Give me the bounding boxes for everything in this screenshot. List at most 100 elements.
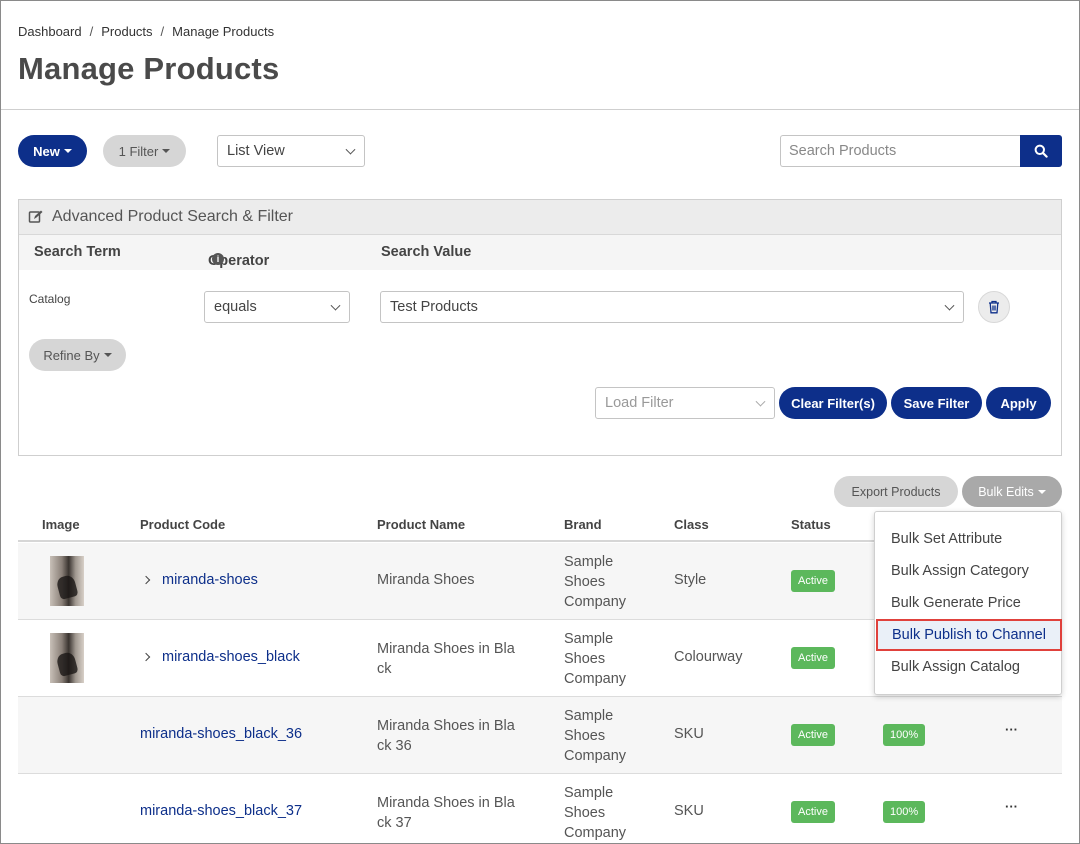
- filter-button-label: 1 Filter: [118, 143, 159, 159]
- clear-filters-button[interactable]: Clear Filter(s): [779, 387, 887, 419]
- breadcrumb-products[interactable]: Products: [101, 24, 152, 39]
- table-row[interactable]: miranda-shoes_black_37 Miranda Shoes in …: [18, 774, 1062, 843]
- name-line: Miranda Shoes in Bla: [377, 718, 515, 734]
- bulk-edits-button[interactable]: Bulk Edits: [962, 476, 1062, 507]
- operator-value: equals: [214, 299, 257, 315]
- menu-bulk-set-attribute[interactable]: Bulk Set Attribute: [875, 523, 1061, 555]
- menu-bulk-publish-to-channel[interactable]: Bulk Publish to Channel: [876, 619, 1062, 651]
- search-placeholder: Search Products: [789, 143, 897, 159]
- chevron-right-icon[interactable]: [141, 652, 151, 662]
- product-thumbnail[interactable]: [50, 633, 84, 683]
- apply-button[interactable]: Apply: [986, 387, 1051, 419]
- completeness-badge: 100%: [883, 801, 926, 823]
- menu-bulk-assign-catalog[interactable]: Bulk Assign Catalog: [875, 651, 1061, 683]
- table-row[interactable]: miranda-shoes_black_36 Miranda Shoes in …: [18, 697, 1062, 774]
- search-input[interactable]: Search Products: [780, 135, 1021, 167]
- more-actions-icon[interactable]: ···: [1005, 722, 1018, 737]
- chevron-down-icon: [345, 144, 356, 155]
- brand-line: Shoes: [564, 574, 606, 590]
- product-code-link[interactable]: miranda-shoes: [162, 572, 258, 588]
- search-button[interactable]: [1020, 135, 1062, 167]
- product-class: SKU: [674, 803, 704, 819]
- filter-button[interactable]: 1 Filter: [103, 135, 186, 167]
- menu-bulk-generate-price[interactable]: Bulk Generate Price: [875, 587, 1061, 619]
- edit-icon: [28, 210, 43, 223]
- header-divider: [1, 109, 1079, 110]
- search-value: Test Products: [390, 299, 478, 315]
- brand-line: Company: [564, 748, 627, 764]
- refine-by-label: Refine By: [43, 347, 100, 363]
- product-class: Colourway: [674, 649, 743, 665]
- brand-line: Company: [564, 594, 627, 610]
- col-search-term: Search Term: [34, 244, 121, 260]
- col-search-value: Search Value: [381, 244, 472, 260]
- header-image[interactable]: Image: [42, 517, 80, 532]
- name-line: Miranda Shoes in Bla: [377, 795, 515, 811]
- load-filter-placeholder: Load Filter: [605, 395, 674, 411]
- caret-down-icon: [63, 149, 72, 153]
- operator-select[interactable]: equals: [204, 291, 350, 323]
- brand-line: Company: [564, 671, 627, 687]
- product-name: Miranda Shoes in Bla ck 36: [377, 716, 515, 756]
- new-button[interactable]: New: [18, 135, 87, 167]
- search-value-select[interactable]: Test Products: [380, 291, 964, 323]
- load-filter-select[interactable]: Load Filter: [595, 387, 775, 419]
- brand-line: Shoes: [564, 651, 606, 667]
- delete-filter-button[interactable]: [978, 291, 1010, 323]
- product-code-link[interactable]: miranda-shoes_black_36: [140, 726, 302, 742]
- product-thumbnail[interactable]: [50, 556, 84, 606]
- completeness-badge: 100%: [883, 724, 926, 746]
- chevron-down-icon: [755, 396, 766, 407]
- brand-line: Sample: [564, 708, 614, 724]
- more-actions-icon[interactable]: ···: [1005, 799, 1018, 814]
- name-line: Miranda Shoes in Bla: [377, 641, 515, 657]
- name-line: ck 36: [377, 738, 412, 754]
- chevron-right-icon[interactable]: [141, 575, 151, 585]
- chevron-down-icon: [330, 300, 341, 311]
- product-brand: Sample Shoes Company: [564, 706, 626, 766]
- save-filter-button[interactable]: Save Filter: [891, 387, 982, 419]
- filter-columns-header: Search Term Operator i Search Value: [19, 235, 1061, 270]
- info-icon[interactable]: i: [212, 253, 224, 265]
- status-badge: Active: [791, 801, 835, 823]
- header-status[interactable]: Status: [791, 517, 831, 532]
- breadcrumb-separator: /: [89, 24, 94, 39]
- breadcrumb-current: Manage Products: [172, 24, 275, 39]
- product-class: SKU: [674, 726, 704, 742]
- trash-icon: [989, 300, 999, 314]
- header-brand[interactable]: Brand: [564, 517, 602, 532]
- refine-by-button[interactable]: Refine By: [29, 339, 126, 371]
- advanced-search-header: Advanced Product Search & Filter: [19, 200, 1061, 235]
- status-badge: Active: [791, 570, 835, 592]
- status-badge: Active: [791, 647, 835, 669]
- product-code-link[interactable]: miranda-shoes_black_37: [140, 803, 302, 819]
- header-product-code[interactable]: Product Code: [140, 517, 225, 532]
- product-class: Style: [674, 572, 707, 588]
- view-select[interactable]: List View: [217, 135, 365, 167]
- header-class[interactable]: Class: [674, 517, 709, 532]
- advanced-search-title: Advanced Product Search & Filter: [52, 208, 294, 225]
- new-button-label: New: [33, 143, 60, 159]
- product-brand: Sample Shoes Company: [564, 783, 626, 843]
- advanced-search-panel: Advanced Product Search & Filter Search …: [18, 199, 1062, 456]
- breadcrumb-dashboard[interactable]: Dashboard: [18, 24, 82, 39]
- search-icon: [1034, 144, 1048, 158]
- product-brand: Sample Shoes Company: [564, 552, 626, 612]
- brand-line: Shoes: [564, 805, 606, 821]
- caret-down-icon: [1037, 489, 1046, 494]
- menu-bulk-assign-category[interactable]: Bulk Assign Category: [875, 555, 1061, 587]
- product-name: Miranda Shoes in Bla ck 37: [377, 793, 515, 833]
- caret-down-icon: [162, 149, 171, 153]
- brand-line: Sample: [564, 785, 614, 801]
- name-line: ck: [377, 661, 392, 677]
- product-code-link[interactable]: miranda-shoes_black: [162, 649, 300, 665]
- product-name: Miranda Shoes in Bla ck: [377, 639, 515, 679]
- view-select-value: List View: [227, 143, 285, 159]
- export-products-button[interactable]: Export Products: [834, 476, 958, 507]
- breadcrumb-separator: /: [160, 24, 165, 39]
- product-brand: Sample Shoes Company: [564, 629, 626, 689]
- caret-down-icon: [103, 353, 112, 357]
- chevron-down-icon: [944, 300, 955, 311]
- header-product-name[interactable]: Product Name: [377, 517, 465, 532]
- brand-line: Shoes: [564, 728, 606, 744]
